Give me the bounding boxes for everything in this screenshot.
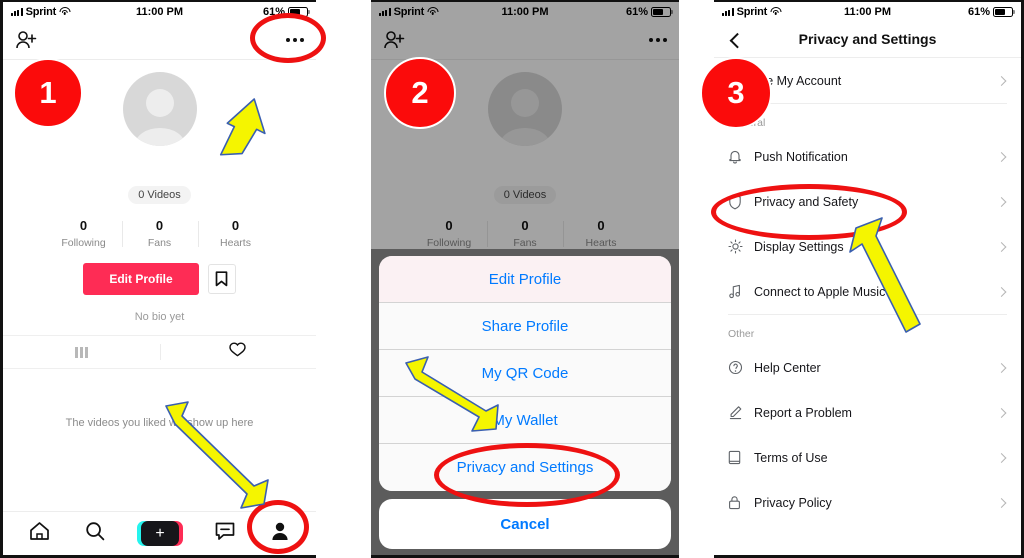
- settings-row-help-center[interactable]: Help Center: [714, 345, 1021, 390]
- step-badge-1: 1: [13, 58, 83, 128]
- tab-discover-icon[interactable]: [85, 521, 105, 546]
- settings-row-label: Terms of Use: [754, 450, 828, 465]
- edit-profile-button[interactable]: Edit Profile: [83, 263, 199, 295]
- username-redaction-1: [79, 154, 240, 178]
- status-bar-left-3: Sprint: [722, 5, 782, 18]
- settings-row-label: Push Notification: [754, 149, 848, 164]
- wifi-icon: [59, 7, 71, 16]
- settings-row-label: Report a Problem: [754, 405, 852, 420]
- settings-nav-bar: Privacy and Settings: [714, 21, 1021, 58]
- profile-actions-1: Edit Profile: [3, 263, 316, 295]
- stat-following-label: Following: [61, 237, 106, 249]
- chevron-right-icon: [996, 151, 1007, 162]
- settings-row-label: Privacy Policy: [754, 495, 832, 510]
- carrier-label: Sprint: [736, 5, 768, 18]
- battery-percent-label: 61%: [967, 5, 990, 18]
- profile-stats-1: 0 Following 0 Fans 0 Hearts: [3, 218, 316, 249]
- heart-icon: [229, 342, 246, 362]
- tutorial-screenshot: Sprint 11:00 PM 61% 0 Videos 0 Following…: [0, 0, 1024, 558]
- stat-hearts-value: 0: [231, 218, 240, 233]
- question-icon: [728, 359, 754, 377]
- settings-row-label: Help Center: [754, 360, 821, 375]
- status-bar-right-3: 61%: [967, 5, 1015, 18]
- gear-icon: [728, 238, 754, 256]
- music-icon: [728, 283, 754, 301]
- lock-icon: [728, 494, 754, 512]
- sheet-item-edit-profile[interactable]: Edit Profile: [379, 256, 671, 303]
- pointer-arrow-my-wallet: [400, 353, 520, 445]
- signal-bars-icon: [722, 7, 734, 16]
- step-badge-3: 3: [700, 57, 772, 129]
- stat-hearts-label: Hearts: [220, 237, 251, 249]
- avatar[interactable]: [122, 72, 197, 146]
- tab-inbox-icon[interactable]: [215, 522, 235, 545]
- stat-hearts[interactable]: 0 Hearts: [197, 218, 274, 249]
- settings-row-report-a-problem[interactable]: Report a Problem: [714, 390, 1021, 435]
- carrier-label: Sprint: [25, 5, 57, 18]
- videos-count-pill: 0 Videos: [128, 186, 191, 204]
- stat-fans[interactable]: 0 Fans: [121, 218, 198, 249]
- create-video-button[interactable]: +: [136, 521, 183, 546]
- bookmark-button[interactable]: [207, 264, 236, 294]
- bio-text: No bio yet: [134, 311, 185, 323]
- stat-following[interactable]: 0 Following: [46, 218, 122, 249]
- chevron-right-icon: [996, 286, 1007, 297]
- settings-row-privacy-policy[interactable]: Privacy Policy: [714, 480, 1021, 525]
- settings-row-label: Display Settings: [754, 239, 844, 254]
- chevron-right-icon: [996, 452, 1007, 463]
- highlight-ellipse-privacy-and-settings: [434, 443, 620, 507]
- settings-row-terms-of-use[interactable]: Terms of Use: [714, 435, 1021, 480]
- tab-home-icon[interactable]: [29, 521, 50, 546]
- chevron-right-icon: [996, 407, 1007, 418]
- signal-bars-icon: [11, 7, 23, 16]
- chevron-right-icon: [996, 196, 1007, 207]
- status-bar-3: Sprint 11:00 PM 61%: [714, 2, 1021, 21]
- chevron-right-icon: [996, 75, 1007, 86]
- highlight-ellipse-more-options: [250, 13, 326, 63]
- step-badge-2: 2: [384, 57, 456, 129]
- battery-icon: [993, 6, 1015, 17]
- tab-videos-grid[interactable]: [3, 336, 160, 368]
- pencil-icon: [728, 404, 754, 422]
- stat-following-value: 0: [79, 218, 88, 233]
- wifi-icon: [770, 7, 782, 16]
- avatar-head: [145, 89, 174, 117]
- tab-liked[interactable]: [159, 336, 317, 368]
- pointer-arrow-profile-tab: [158, 400, 288, 520]
- stat-fans-label: Fans: [147, 237, 172, 249]
- avatar-body: [134, 128, 185, 146]
- settings-row-push-notification[interactable]: Push Notification: [714, 134, 1021, 179]
- book-icon: [728, 449, 754, 467]
- grid-icon: [75, 346, 88, 358]
- pointer-arrow-more-options: [208, 60, 298, 156]
- sheet-item-share-profile[interactable]: Share Profile: [379, 303, 671, 350]
- status-bar-left: Sprint: [11, 5, 71, 18]
- page-title: Privacy and Settings: [798, 31, 937, 47]
- chevron-right-icon: [996, 362, 1007, 373]
- bell-icon: [728, 148, 754, 166]
- chevron-right-icon: [996, 497, 1007, 508]
- plus-icon: +: [140, 521, 179, 546]
- stat-fans-value: 0: [155, 218, 164, 233]
- pointer-arrow-display-settings: [846, 212, 936, 342]
- add-friend-icon[interactable]: [15, 30, 37, 50]
- chevron-right-icon: [996, 241, 1007, 252]
- profile-tabs-1: [3, 335, 316, 369]
